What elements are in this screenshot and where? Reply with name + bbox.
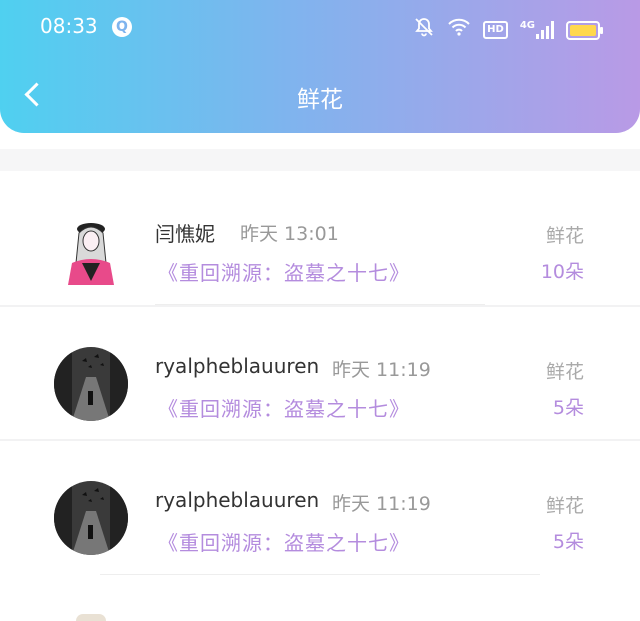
app-notification-icon: Q — [112, 17, 132, 37]
signal-icon: 4G — [520, 21, 554, 39]
flower-label: 鲜花 — [545, 225, 584, 247]
flower-count: 10朵 — [540, 261, 584, 283]
timestamp: 昨天 11:19 — [332, 359, 431, 381]
book-title-link[interactable]: 《重回溯源：盗墓之十七》 — [158, 527, 410, 556]
avatar[interactable] — [54, 211, 128, 285]
user-name: ryalpheblauuren — [155, 488, 320, 512]
battery-icon — [566, 20, 603, 40]
list-item[interactable]: 闫憔妮 昨天 13:01 《重回溯源：盗墓之十七》 鲜花 10朵 — [0, 171, 640, 305]
list-item[interactable]: ryalpheblauuren 昨天 11:19 《重回溯源：盗墓之十七》 鲜花… — [0, 307, 640, 441]
flower-count: 5朵 — [552, 531, 584, 553]
bell-muted-icon — [413, 16, 435, 44]
header-bar: 08:33 Q HD 4G 鲜花 — [0, 0, 640, 133]
row-divider — [100, 574, 540, 575]
page-title: 鲜花 — [297, 87, 343, 113]
avatar[interactable] — [76, 614, 106, 621]
status-time: 08:33 — [40, 14, 98, 38]
flower-label: 鲜花 — [545, 495, 584, 517]
list-item[interactable]: ryalpheblauuren 昨天 11:19 《重回溯源：盗墓之十七》 鲜花… — [0, 441, 640, 575]
timestamp: 昨天 13:01 — [240, 223, 339, 245]
status-icons: HD 4G — [413, 16, 603, 44]
flower-label: 鲜花 — [545, 361, 584, 383]
avatar[interactable] — [54, 347, 128, 421]
user-name: 闫憔妮 — [155, 222, 215, 246]
book-title-link[interactable]: 《重回溯源：盗墓之十七》 — [158, 257, 410, 286]
wifi-icon — [447, 17, 471, 43]
flower-count: 5朵 — [552, 397, 584, 419]
book-title-link[interactable]: 《重回溯源：盗墓之十七》 — [158, 393, 410, 422]
avatar[interactable] — [54, 481, 128, 555]
network-type: 4G — [519, 20, 535, 31]
list-top-gap — [0, 149, 640, 171]
hd-badge: HD — [483, 21, 508, 39]
user-name: ryalpheblauuren — [155, 354, 320, 378]
timestamp: 昨天 11:19 — [332, 493, 431, 515]
